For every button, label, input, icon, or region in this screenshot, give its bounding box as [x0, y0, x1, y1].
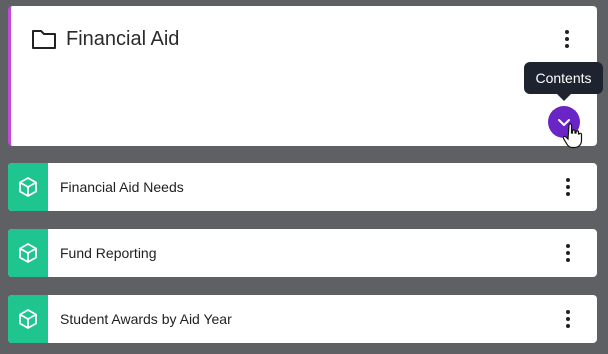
list-item[interactable]: Financial Aid Needs: [8, 163, 597, 211]
item-more-options-icon[interactable]: [561, 176, 575, 198]
list-item[interactable]: Fund Reporting: [8, 229, 597, 277]
folder-icon: [32, 30, 56, 49]
folder-title: Financial Aid: [66, 28, 180, 50]
cube-icon-box: [8, 163, 48, 211]
cube-icon-box: [8, 229, 48, 277]
item-label: Financial Aid Needs: [60, 179, 184, 195]
cube-icon: [19, 309, 37, 329]
cube-icon-box: [8, 295, 48, 343]
item-label: Fund Reporting: [60, 245, 157, 261]
folder-more-options-icon[interactable]: [560, 28, 574, 50]
item-more-options-icon[interactable]: [561, 242, 575, 264]
contents-tooltip: Contents: [524, 62, 603, 101]
item-label: Student Awards by Aid Year: [60, 311, 232, 327]
cube-icon: [19, 177, 37, 197]
folder-card[interactable]: Financial Aid: [8, 6, 597, 146]
item-more-options-icon[interactable]: [561, 308, 575, 330]
hand-cursor-icon: [563, 123, 583, 149]
cube-icon: [19, 243, 37, 263]
list-item[interactable]: Student Awards by Aid Year: [8, 295, 597, 343]
